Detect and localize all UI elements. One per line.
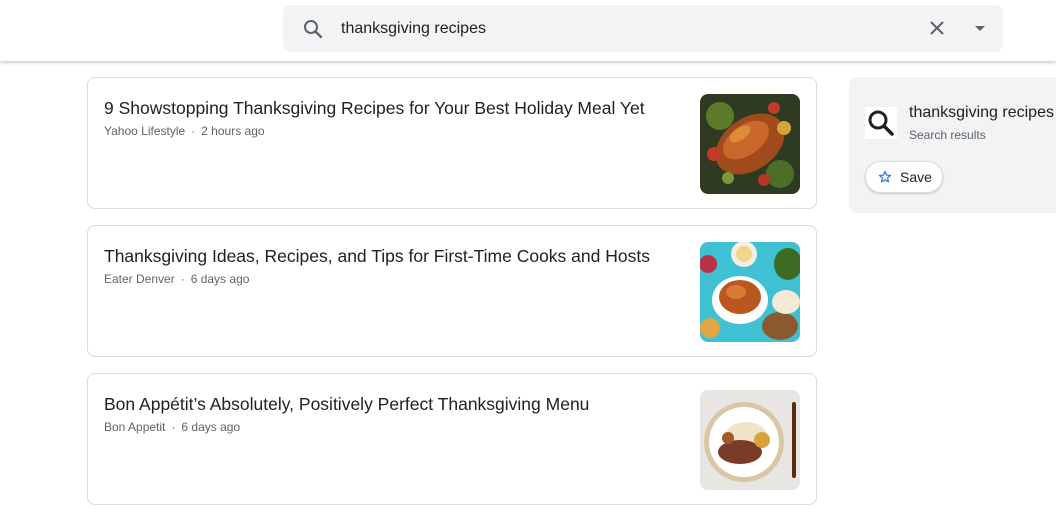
article-card-3[interactable]: Bon Appétit’s Absolutely, Positively Per… [87, 373, 817, 505]
article-meta: Bon Appetit · 6 days ago [104, 420, 240, 434]
close-icon[interactable] [925, 16, 949, 40]
save-button[interactable]: Save [865, 161, 943, 193]
meta-separator: · [180, 272, 185, 286]
meta-separator: · [191, 124, 196, 138]
article-source: Eater Denver [104, 272, 175, 286]
save-button-label: Save [900, 169, 932, 185]
saved-search-subtitle: Search results [909, 128, 986, 142]
article-thumbnail-dinner-plate[interactable] [700, 390, 800, 490]
article-source: Bon Appetit [104, 420, 166, 434]
search-input[interactable]: thanksgiving recipes [341, 5, 486, 52]
star-outline-icon [878, 170, 892, 183]
article-time: 2 hours ago [201, 124, 265, 138]
article-time: 6 days ago [181, 420, 241, 434]
article-title[interactable]: Thanksgiving Ideas, Recipes, and Tips fo… [104, 245, 684, 267]
search-box[interactable]: thanksgiving recipes [283, 5, 1003, 52]
article-card-1[interactable]: 9 Showstopping Thanksgiving Recipes for … [87, 77, 817, 209]
saved-search-title: thanksgiving recipes [909, 104, 1054, 121]
article-source: Yahoo Lifestyle [104, 124, 186, 138]
article-card-2[interactable]: Thanksgiving Ideas, Recipes, and Tips fo… [87, 225, 817, 357]
article-thumbnail-roast-turkey[interactable] [700, 94, 800, 194]
caret-down-icon[interactable] [968, 16, 992, 40]
search-icon [865, 107, 897, 139]
saved-search-panel: thanksgiving recipes Search results Save [849, 77, 1056, 213]
top-bar: thanksgiving recipes [0, 0, 1056, 61]
article-thumbnail-turkey-table[interactable] [700, 242, 800, 342]
article-title[interactable]: 9 Showstopping Thanksgiving Recipes for … [104, 97, 684, 119]
article-time: 6 days ago [190, 272, 250, 286]
article-meta: Yahoo Lifestyle · 2 hours ago [104, 124, 265, 138]
article-meta: Eater Denver · 6 days ago [104, 272, 249, 286]
article-title[interactable]: Bon Appétit’s Absolutely, Positively Per… [104, 393, 684, 415]
search-icon[interactable] [301, 17, 325, 41]
meta-separator: · [171, 420, 176, 434]
